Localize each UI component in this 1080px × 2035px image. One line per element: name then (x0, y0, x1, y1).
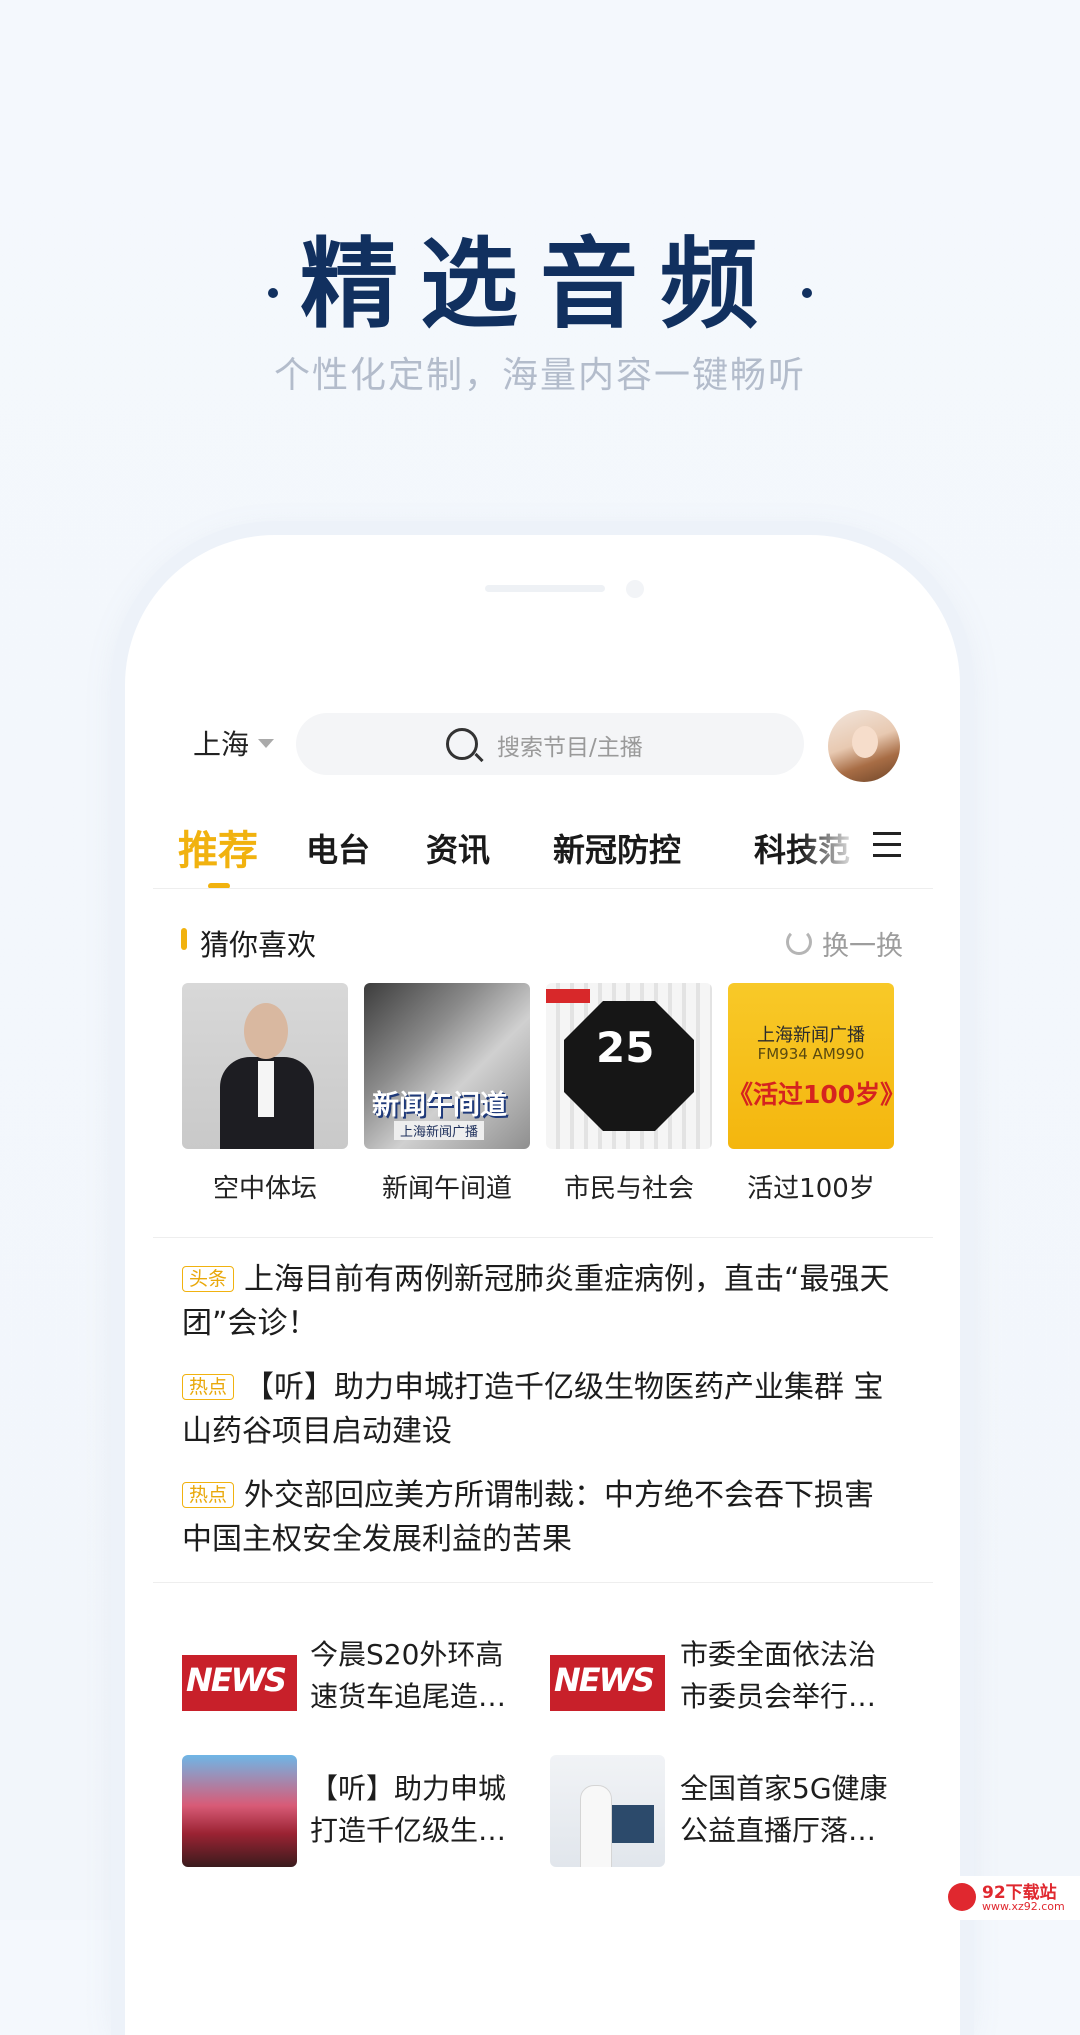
divider (153, 1582, 933, 1583)
phone-camera (626, 580, 644, 598)
section-title: 猜你喜欢 (200, 928, 317, 962)
program-card[interactable]: 新闻午间道 上海新闻广播 (364, 983, 530, 1149)
feed-title[interactable]: 【听】助力申城 打造千亿级生… (310, 1768, 520, 1852)
chevron-down-icon[interactable] (258, 739, 274, 748)
tab-news[interactable]: 资讯 (426, 825, 490, 871)
feed-title[interactable]: 全国首家5G健康 公益直播厅落… (680, 1768, 890, 1852)
feed-thumbnail[interactable]: NEWS (550, 1625, 665, 1737)
watermark-logo-icon (948, 1883, 976, 1911)
section-marker (181, 928, 187, 950)
feed-thumbnail[interactable] (182, 1755, 297, 1867)
thumb-text: NEWS (554, 1661, 655, 1699)
dot-icon (267, 287, 278, 298)
cover-subtitle: 上海新闻广播 (394, 1121, 485, 1140)
divider (153, 888, 933, 889)
menu-icon[interactable] (873, 832, 901, 858)
headline-text[interactable]: 【听】助力申城打造千亿级生物医药产业集群 宝山药谷项目启动建设 (182, 1370, 884, 1449)
tab-covid[interactable]: 新冠防控 (553, 825, 681, 871)
headline-item[interactable]: 热点 外交部回应美方所谓制裁：中方绝不会吞下损害中国主权安全发展利益的苦果 (182, 1474, 902, 1562)
feed-thumbnail[interactable] (550, 1755, 665, 1867)
feed-title[interactable]: 今晨S20外环高 速货车追尾造… (310, 1634, 520, 1718)
headline-badge: 热点 (182, 1374, 235, 1400)
watermark: 92下载站 www.xz92.com (942, 1876, 1080, 1920)
headline-item[interactable]: 热点 【听】助力申城打造千亿级生物医药产业集群 宝山药谷项目启动建设 (182, 1366, 902, 1454)
cover-title: 新闻午间道 (372, 1090, 507, 1121)
phone-speaker (485, 585, 605, 592)
avatar[interactable] (828, 710, 900, 782)
cover-line: 《活过100岁》 (728, 1080, 894, 1109)
program-caption[interactable]: 活过100岁 (716, 1168, 906, 1205)
hero-title-text: 精选音频 (299, 227, 780, 342)
hero-subtitle: 个性化定制，海量内容一键畅听 (273, 355, 806, 396)
search-placeholder[interactable]: 搜索节目/主播 (497, 728, 643, 762)
headline-badge: 热点 (182, 1482, 235, 1508)
headline-text[interactable]: 外交部回应美方所谓制裁：中方绝不会吞下损害中国主权安全发展利益的苦果 (182, 1478, 874, 1557)
program-card[interactable] (182, 983, 348, 1149)
hero-title: 精选音频 (0, 205, 1080, 347)
tab-radio[interactable]: 电台 (306, 825, 370, 871)
feed-title[interactable]: 市委全面依法治 市委员会举行… (680, 1634, 890, 1718)
dot-icon (802, 287, 812, 298)
watermark-url: www.xz92.com (982, 1900, 1065, 1913)
city-selector[interactable]: 上海 (193, 723, 249, 763)
cover-line: FM934 AM990 (757, 1045, 865, 1063)
refresh-button[interactable]: 换一换 (822, 924, 903, 963)
headline-item[interactable]: 头条 上海目前有两例新冠肺炎重症病例，直击“最强天团”会诊！ (182, 1258, 902, 1346)
feed-thumbnail[interactable]: NEWS (182, 1625, 297, 1737)
tab-recommend[interactable]: 推荐 (178, 818, 258, 876)
search-icon[interactable] (446, 728, 478, 760)
thumb-text: NEWS (186, 1661, 287, 1699)
headline-badge: 头条 (182, 1266, 235, 1292)
cover-number: 25 (596, 1023, 655, 1072)
divider (153, 1237, 933, 1238)
tab-fade (800, 815, 860, 875)
refresh-icon[interactable] (786, 929, 812, 955)
program-card[interactable]: 25 (546, 983, 712, 1149)
headline-text[interactable]: 上海目前有两例新冠肺炎重症病例，直击“最强天团”会诊！ (182, 1262, 890, 1341)
program-caption[interactable]: 市民与社会 (534, 1168, 724, 1205)
cover-line: 上海新闻广播 (757, 1025, 865, 1046)
program-card[interactable]: 上海新闻广播 FM934 AM990 《活过100岁》 (728, 983, 894, 1149)
program-caption[interactable]: 空中体坛 (170, 1168, 360, 1205)
program-caption[interactable]: 新闻午间道 (352, 1168, 542, 1205)
